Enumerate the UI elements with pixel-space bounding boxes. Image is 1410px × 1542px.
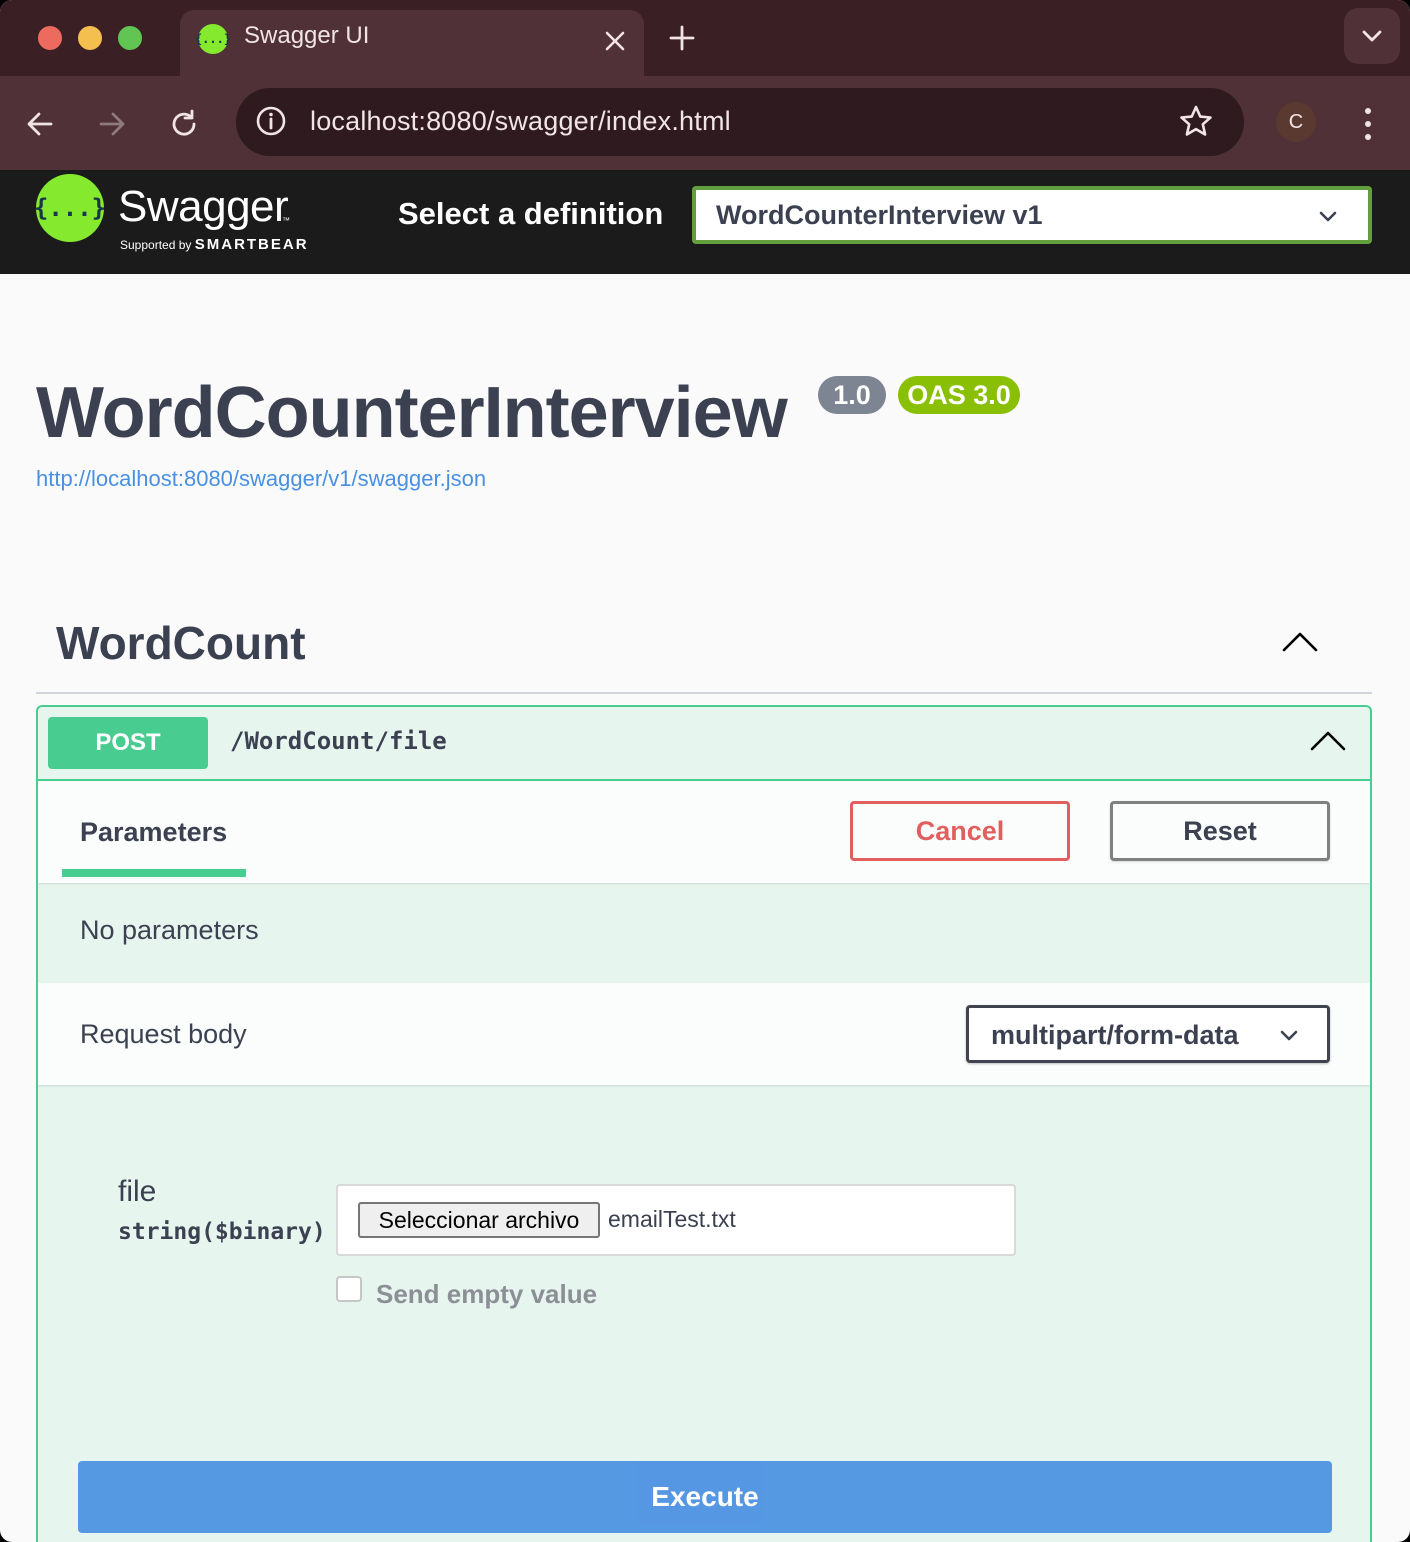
tag-divider <box>36 692 1372 694</box>
definition-select-value: WordCounterInterview v1 <box>716 200 1043 230</box>
swagger-topbar: {...} Swagger ™ Supported by SMARTBEAR S… <box>0 170 1410 274</box>
reset-button[interactable]: Reset <box>1110 801 1330 861</box>
site-info-icon[interactable] <box>254 104 288 138</box>
smartbear-text: SMARTBEAR <box>194 236 309 253</box>
chevron-up-icon[interactable] <box>1308 727 1348 755</box>
definition-select[interactable]: WordCounterInterview v1 <box>692 186 1372 244</box>
kebab-menu-icon[interactable] <box>1356 102 1380 146</box>
plus-icon[interactable] <box>668 14 696 61</box>
content-type-value: multipart/form-data <box>991 1020 1239 1050</box>
field-type: string($binary) <box>118 1219 326 1245</box>
method-badge: POST <box>48 717 208 769</box>
chevron-down-icon <box>1316 204 1340 228</box>
logo-subtitle: Supported by SMARTBEAR <box>120 236 309 253</box>
chosen-file-name: emailTest.txt <box>608 1206 736 1232</box>
logo-trademark: ™ <box>282 216 290 225</box>
file-input[interactable]: Seleccionar archivo emailTest.txt <box>336 1184 1016 1256</box>
operation-summary[interactable]: POST /WordCount/file <box>38 707 1370 781</box>
tab-title: Swagger UI <box>244 22 370 49</box>
cancel-button[interactable]: Cancel <box>850 801 1070 861</box>
execute-button[interactable]: Execute <box>78 1461 1332 1533</box>
tab-active-underline <box>62 869 246 877</box>
supported-by-text: Supported by <box>120 238 192 252</box>
parameters-header: Parameters Cancel Reset <box>38 781 1370 883</box>
bookmark-star-icon[interactable] <box>1176 102 1216 142</box>
oas-badge: OAS 3.0 <box>898 376 1020 414</box>
reload-icon[interactable] <box>162 102 206 146</box>
version-badge: 1.0 <box>818 376 886 414</box>
swagger-favicon-icon: {...} <box>195 24 231 54</box>
swagger-logo-icon[interactable]: {...} <box>34 174 106 242</box>
send-empty-value-checkbox[interactable] <box>336 1276 362 1302</box>
address-bar[interactable]: localhost:8080/swagger/index.html <box>236 88 1244 156</box>
no-parameters-text: No parameters <box>80 915 259 945</box>
url-text: localhost:8080/swagger/index.html <box>310 106 731 136</box>
browser-window: {...} Swagger UI localhost:8080/swagger/… <box>0 0 1410 1542</box>
choose-file-button[interactable]: Seleccionar archivo <box>358 1202 600 1238</box>
content-type-select[interactable]: multipart/form-data <box>966 1005 1330 1063</box>
operation-path: /WordCount/file <box>230 727 447 755</box>
tab-list-chevron-icon[interactable] <box>1344 8 1400 64</box>
swagger-logo-text: Swagger <box>118 182 289 231</box>
request-body-header: Request body multipart/form-data <box>38 983 1370 1085</box>
profile-avatar[interactable]: C <box>1276 102 1316 142</box>
maximize-window-button[interactable] <box>118 26 142 50</box>
close-icon[interactable] <box>604 18 626 60</box>
field-name: file <box>118 1175 157 1208</box>
request-body-label: Request body <box>80 1019 247 1049</box>
minimize-window-button[interactable] <box>78 26 102 50</box>
chevron-down-icon <box>1277 1023 1301 1047</box>
tab-strip: {...} Swagger UI <box>0 0 1410 76</box>
api-title: WordCounterInterview <box>36 373 788 453</box>
browser-tab[interactable]: {...} Swagger UI <box>180 10 644 76</box>
select-definition-label: Select a definition <box>398 196 664 231</box>
tag-title[interactable]: WordCount <box>56 616 306 670</box>
tab-parameters[interactable]: Parameters <box>80 817 227 848</box>
post-operation-block: POST /WordCount/file Parameters Cancel R… <box>36 705 1372 1542</box>
forward-arrow-icon[interactable] <box>90 102 134 146</box>
browser-toolbar: localhost:8080/swagger/index.html C <box>0 76 1410 170</box>
chevron-up-icon[interactable] <box>1280 628 1320 656</box>
send-empty-value-label[interactable]: Send empty value <box>376 1279 597 1310</box>
back-arrow-icon[interactable] <box>18 102 62 146</box>
spec-url-link[interactable]: http://localhost:8080/swagger/v1/swagger… <box>36 466 486 492</box>
close-window-button[interactable] <box>38 26 62 50</box>
